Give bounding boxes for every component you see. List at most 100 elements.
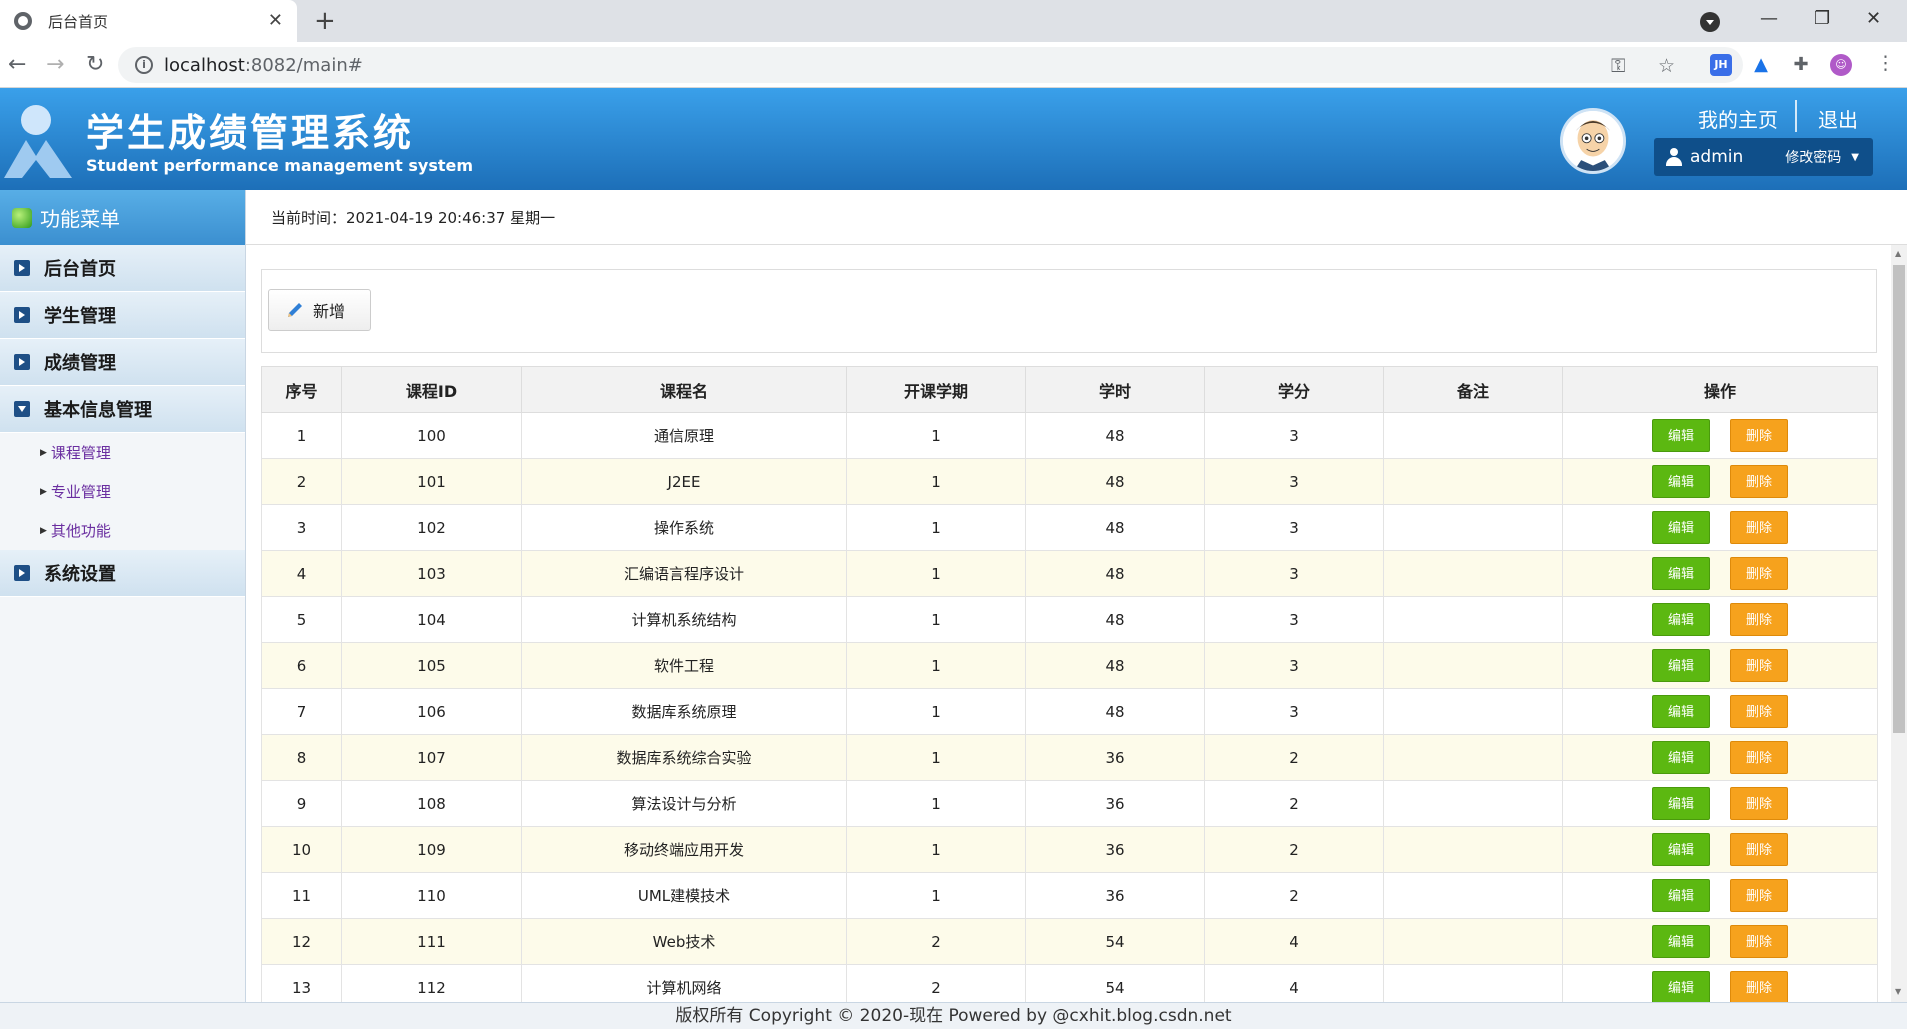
star-icon[interactable]: ☆ (1658, 55, 1675, 77)
table-cell-note (1383, 596, 1563, 643)
sidebar-subitem-other[interactable]: ▶ 其他功能 (0, 511, 245, 550)
sidebar-item-students[interactable]: 学生管理 (0, 292, 245, 339)
delete-button[interactable]: 删除 (1730, 465, 1788, 498)
edit-button[interactable]: 编辑 (1652, 833, 1710, 866)
header-divider (1795, 100, 1797, 132)
key-icon[interactable]: ⚿ (1611, 55, 1625, 77)
delete-button[interactable]: 删除 (1730, 511, 1788, 544)
table-cell-id: 103 (341, 550, 522, 597)
chevron-down-icon[interactable]: ▼ (1851, 152, 1859, 163)
change-password-link[interactable]: 修改密码 (1785, 147, 1841, 167)
sidebar-subitem-courses[interactable]: ▶ 课程管理 (0, 433, 245, 472)
scroll-up-icon[interactable]: ▲ (1895, 249, 1901, 258)
reload-icon[interactable]: ↻ (86, 52, 104, 77)
close-window-icon[interactable]: ✕ (1866, 8, 1881, 29)
tab-title: 后台首页 (48, 12, 109, 31)
browser-tab[interactable]: 后台首页 ✕ (0, 0, 297, 42)
table-cell-note (1383, 504, 1563, 551)
current-time-bar: 当前时间： 2021-04-19 20:46:37 星期一 (246, 190, 1907, 245)
sidebar-item-grades[interactable]: 成绩管理 (0, 339, 245, 386)
sidebar-subitem-label: 课程管理 (50, 444, 111, 462)
column-header[interactable]: 课程名 (521, 366, 847, 413)
sidebar-item-basic-info[interactable]: 基本信息管理 (0, 386, 245, 433)
table-cell-credit: 2 (1204, 734, 1384, 781)
user-menu[interactable]: admin 修改密码 ▼ (1654, 138, 1873, 176)
table-row: 2 101 J2EE 1 48 3 编辑 删除 (261, 458, 1878, 505)
column-header[interactable]: 序号 (261, 366, 342, 413)
edit-button[interactable]: 编辑 (1652, 741, 1710, 774)
vertical-scrollbar[interactable]: ▲ ▼ (1891, 245, 1907, 1002)
edit-button[interactable]: 编辑 (1652, 971, 1710, 1002)
sidebar-item-dashboard[interactable]: 后台首页 (0, 245, 245, 292)
column-header[interactable]: 学分 (1204, 366, 1384, 413)
back-icon[interactable]: ← (8, 52, 26, 77)
table-cell-hours: 36 (1025, 780, 1205, 827)
sidebar-item-settings[interactable]: 系统设置 (0, 550, 245, 597)
column-header[interactable]: 备注 (1383, 366, 1563, 413)
table-cell-credit: 2 (1204, 872, 1384, 919)
table-cell-name: 数据库系统原理 (521, 688, 847, 735)
table-cell-credit: 2 (1204, 780, 1384, 827)
delete-button[interactable]: 删除 (1730, 419, 1788, 452)
close-tab-icon[interactable]: ✕ (268, 10, 283, 31)
table-cell-actions: 编辑 删除 (1562, 780, 1878, 827)
edit-button[interactable]: 编辑 (1652, 603, 1710, 636)
sidebar: 功能菜单 后台首页 学生管理 成绩管理 基本信息管理 ▶ 课程管理 ▶ 专业管理… (0, 190, 246, 1002)
delete-button[interactable]: 删除 (1730, 787, 1788, 820)
jh-extension-icon[interactable]: JH (1710, 54, 1732, 76)
toolbar: 新增 (261, 269, 1877, 353)
caret-right-icon: ▶ (40, 525, 47, 536)
new-tab-icon[interactable]: + (314, 6, 336, 36)
puzzle-icon[interactable]: ✚ (1790, 54, 1812, 76)
edit-button[interactable]: 编辑 (1652, 557, 1710, 590)
add-button[interactable]: 新增 (268, 289, 371, 331)
delete-button[interactable]: 删除 (1730, 879, 1788, 912)
scroll-down-icon[interactable]: ▼ (1895, 987, 1901, 996)
column-header[interactable]: 课程ID (341, 366, 522, 413)
footer: 版权所有 Copyright © 2020-现在 Powered by @cxh… (0, 1002, 1907, 1029)
delete-button[interactable]: 删除 (1730, 649, 1788, 682)
caret-right-icon: ▶ (40, 447, 47, 458)
edit-button[interactable]: 编辑 (1652, 695, 1710, 728)
restore-icon[interactable]: ❐ (1814, 8, 1830, 29)
delete-button[interactable]: 删除 (1730, 741, 1788, 774)
column-header[interactable]: 开课学期 (846, 366, 1026, 413)
course-table: 序号 课程ID 课程名 开课学期 学时 学分 备注 操作 1 100 通信原理 1 48… (261, 366, 1878, 1002)
profile-icon[interactable]: ☺ (1830, 54, 1852, 76)
minimize-icon[interactable]: — (1760, 8, 1778, 29)
delete-button[interactable]: 删除 (1730, 833, 1788, 866)
edit-button[interactable]: 编辑 (1652, 925, 1710, 958)
graduation-cap-icon[interactable]: ▲ (1750, 54, 1772, 76)
delete-button[interactable]: 删除 (1730, 695, 1788, 728)
edit-button[interactable]: 编辑 (1652, 787, 1710, 820)
logout-link[interactable]: 退出 (1818, 104, 1858, 133)
edit-button[interactable]: 编辑 (1652, 419, 1710, 452)
edit-button[interactable]: 编辑 (1652, 649, 1710, 682)
table-cell-id: 100 (341, 412, 522, 459)
table-cell-term: 2 (846, 964, 1026, 1002)
delete-button[interactable]: 删除 (1730, 603, 1788, 636)
delete-button[interactable]: 删除 (1730, 925, 1788, 958)
table-cell-no: 3 (261, 504, 342, 551)
edit-button[interactable]: 编辑 (1652, 879, 1710, 912)
table-cell-actions: 编辑 删除 (1562, 596, 1878, 643)
forward-icon[interactable]: → (46, 52, 64, 77)
sidebar-subitem-majors[interactable]: ▶ 专业管理 (0, 472, 245, 511)
column-header: 操作 (1562, 366, 1878, 413)
url-input[interactable]: i localhost:8082/main# ⚿ ☆ (118, 47, 1743, 83)
delete-button[interactable]: 删除 (1730, 971, 1788, 1002)
table-cell-no: 5 (261, 596, 342, 643)
column-header[interactable]: 学时 (1025, 366, 1205, 413)
scrollbar-thumb[interactable] (1893, 265, 1905, 733)
play-icon (14, 260, 30, 276)
table-cell-note (1383, 826, 1563, 873)
table-cell-note (1383, 458, 1563, 505)
table-row: 13 112 计算机网络 2 54 4 编辑 删除 (261, 964, 1878, 1002)
delete-button[interactable]: 删除 (1730, 557, 1788, 590)
edit-button[interactable]: 编辑 (1652, 511, 1710, 544)
info-icon[interactable]: i (135, 56, 153, 74)
tab-search-icon[interactable] (1700, 12, 1720, 32)
my-homepage-link[interactable]: 我的主页 (1698, 104, 1778, 133)
more-menu-icon[interactable]: ⋮ (1876, 52, 1895, 74)
edit-button[interactable]: 编辑 (1652, 465, 1710, 498)
